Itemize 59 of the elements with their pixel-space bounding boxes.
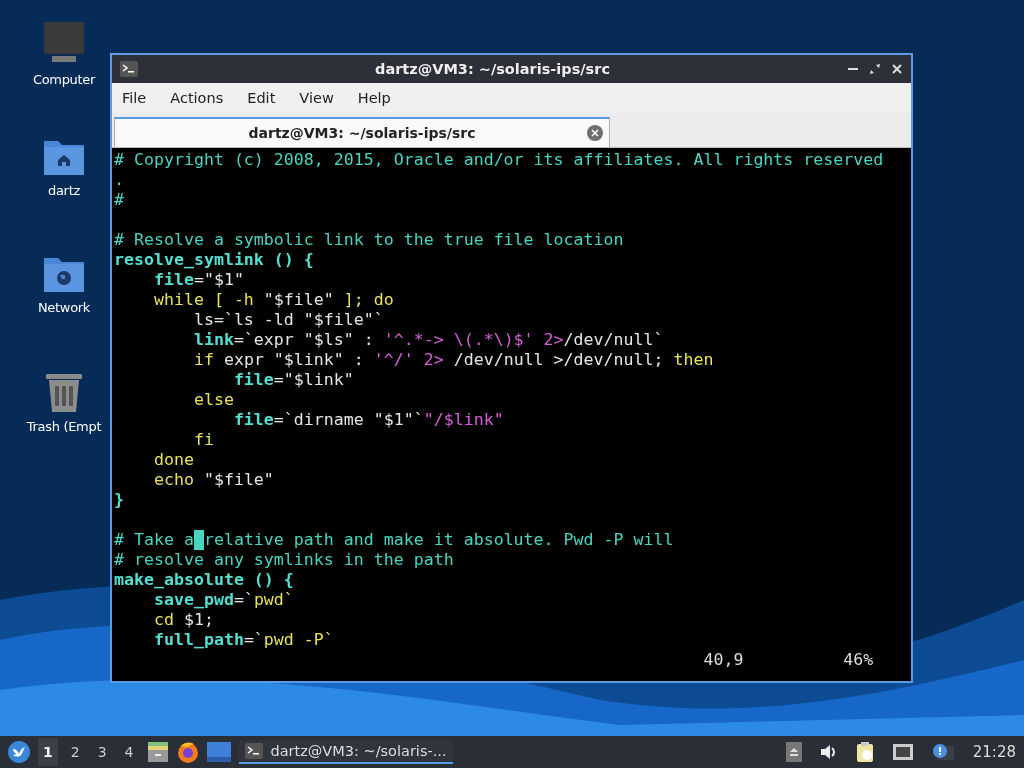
code-line: link=`expr "$ls" : '^.*-> \(.*\)$' 2>/dev/null`: [192, 330, 665, 350]
terminal-icon: [244, 743, 263, 759]
browser-icon[interactable]: [176, 741, 199, 763]
code-line: make_absolute () {: [114, 570, 295, 590]
scroll-percent: 46%: [843, 650, 874, 670]
code-line: file=`dirname "$1"`"/$link": [232, 410, 505, 430]
desktop-icon-label[interactable]: Network: [37, 300, 91, 315]
code-line: if expr "$link" : '^/' 2> /dev/null >/dev/null; then: [192, 350, 715, 370]
eject-icon[interactable]: [785, 742, 802, 762]
terminal-icon: [120, 61, 138, 77]
code-line: # Copyright (c) 2008, 2015, Oracle and/or its affiliates. All rights reserved: [114, 150, 885, 170]
show-desktop-icon[interactable]: [206, 741, 231, 763]
ethernet-icon[interactable]: [891, 743, 914, 761]
close-tab-icon[interactable]: [587, 125, 603, 141]
close-icon[interactable]: [891, 63, 903, 75]
code-line: ls=`ls -ld "$file"`: [192, 310, 385, 330]
maximize-icon[interactable]: [869, 63, 881, 75]
workspace-button[interactable]: 3: [92, 738, 112, 766]
menu-item[interactable]: View: [299, 90, 334, 106]
code-text: relative path and make it absolute. Pwd -P will: [203, 530, 674, 549]
code-line: }: [114, 490, 125, 510]
code-line: # Resolve a symbolic link to the true file location: [114, 230, 625, 250]
menu-item[interactable]: Help: [357, 90, 391, 106]
desktop-icon-label[interactable]: dartz: [48, 183, 80, 198]
code-line: save_pwd=`pwd`: [152, 590, 295, 610]
code-line: done: [152, 450, 195, 470]
code-line: else: [192, 390, 235, 410]
start-menu-icon[interactable]: [8, 741, 30, 763]
terminal-tab[interactable]: dartz@VM3: ~/solaris-ips/src: [114, 117, 610, 147]
text-cursor: [193, 530, 204, 550]
menu-item[interactable]: Edit: [247, 90, 276, 106]
desktop-icon-label[interactable]: Computer: [32, 72, 96, 87]
notification-icon[interactable]: [931, 743, 954, 761]
code-line: # resolve any symlinks in the path: [114, 550, 455, 570]
file-cabinet-icon[interactable]: [146, 741, 169, 763]
code-text: # Take a: [114, 530, 194, 549]
clock: 21:28: [972, 743, 1016, 761]
code-line: cd $1;: [152, 610, 215, 630]
code-line: full_path=`pwd -P`: [152, 630, 335, 650]
window-title: dartz@VM3: ~/solaris-ips/src: [374, 61, 611, 77]
cursor-position: 40,9: [703, 650, 744, 670]
trash-icon[interactable]: [45, 371, 83, 413]
code-line: file="$1": [152, 270, 245, 290]
code-line: #: [114, 190, 125, 210]
clipboard-icon[interactable]: [855, 741, 874, 763]
desktop-icon-label[interactable]: Trash (Empt: [26, 419, 102, 434]
code-line: file="$link": [232, 370, 355, 390]
code-line: fi: [192, 430, 215, 450]
workspace-button[interactable]: 4: [119, 738, 139, 766]
code-line: echo "$file": [152, 470, 275, 490]
workspace-button[interactable]: 2: [65, 738, 85, 766]
code-line: .: [114, 170, 125, 190]
code-line: resolve_symlink () {: [114, 250, 315, 270]
speaker-icon[interactable]: [819, 744, 838, 760]
workspace-button[interactable]: 1: [38, 738, 58, 766]
task-button[interactable]: dartz@VM3: ~/solaris-...: [238, 740, 453, 764]
code-line: while [ -h "$file" ]; do: [152, 290, 395, 310]
menu-item[interactable]: Actions: [170, 90, 224, 106]
menu-item[interactable]: File: [122, 90, 147, 106]
